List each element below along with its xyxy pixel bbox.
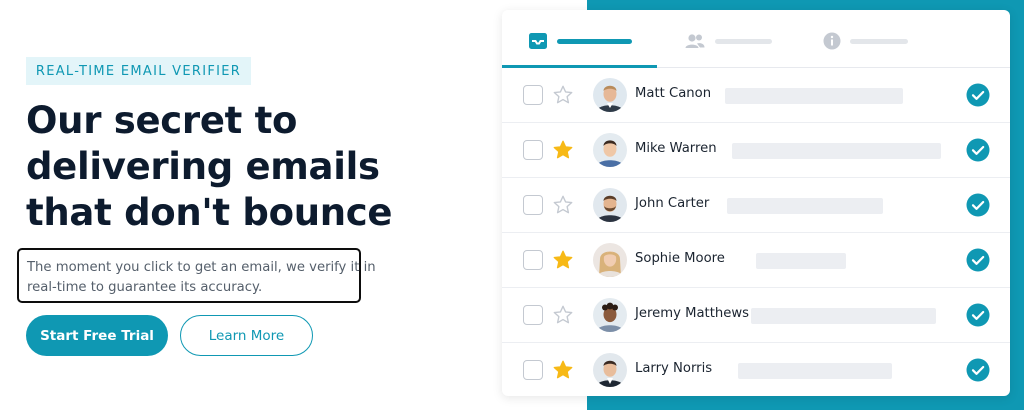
contact-name: John Carter — [635, 196, 710, 211]
hero-description: The moment you click to get an email, we… — [17, 248, 376, 303]
contact-name: Sophie Moore — [635, 251, 725, 266]
contact-row[interactable]: Larry Norris — [502, 343, 1010, 396]
row-checkbox[interactable] — [523, 250, 543, 270]
contact-row[interactable]: Jeremy Matthews — [502, 288, 1010, 343]
start-free-trial-button[interactable]: Start Free Trial — [26, 315, 168, 356]
star-filled-icon[interactable] — [552, 359, 574, 381]
description-line-1: The moment you click to get an email, we… — [27, 260, 376, 275]
tab-inbox-label-bar — [557, 38, 632, 44]
tab-info-label-bar — [850, 38, 908, 44]
contacts-card: Matt Canon Mike Warren John Carter Sophi… — [502, 10, 1010, 396]
star-filled-icon[interactable] — [552, 249, 574, 271]
email-placeholder-bar — [751, 308, 936, 324]
check-circle-icon — [966, 138, 990, 162]
contact-row[interactable]: Sophie Moore — [502, 233, 1010, 288]
contact-name: Jeremy Matthews — [635, 306, 750, 321]
star-empty-icon[interactable] — [552, 304, 574, 326]
tab-contacts[interactable] — [684, 30, 772, 52]
star-empty-icon[interactable] — [552, 194, 574, 216]
learn-more-button[interactable]: Learn More — [180, 315, 313, 356]
check-circle-icon — [966, 303, 990, 327]
avatar — [593, 188, 627, 222]
inbox-icon — [529, 33, 547, 49]
row-checkbox[interactable] — [523, 85, 543, 105]
star-empty-icon[interactable] — [552, 84, 574, 106]
tab-contacts-label-bar — [715, 38, 772, 44]
contact-name: Mike Warren — [635, 141, 717, 156]
check-circle-icon — [966, 358, 990, 382]
contact-name: Matt Canon — [635, 86, 712, 101]
email-placeholder-bar — [732, 143, 941, 159]
check-circle-icon — [966, 248, 990, 272]
avatar — [593, 133, 627, 167]
contact-row[interactable]: Mike Warren — [502, 123, 1010, 178]
row-checkbox[interactable] — [523, 360, 543, 380]
hero-headline: Our secret to delivering emails that don… — [26, 98, 426, 236]
tab-inbox[interactable] — [528, 30, 632, 52]
row-checkbox[interactable] — [523, 195, 543, 215]
contact-name: Larry Norris — [635, 361, 713, 376]
headline-line-3: that don't bounce — [26, 191, 393, 234]
email-placeholder-bar — [725, 88, 903, 104]
users-icon — [685, 34, 705, 48]
avatar — [593, 353, 627, 387]
tab-info[interactable] — [823, 30, 908, 52]
description-line-2: real-time to guarantee its accuracy. — [27, 280, 263, 295]
avatar — [593, 243, 627, 277]
row-checkbox[interactable] — [523, 140, 543, 160]
tab-bar — [502, 10, 1010, 68]
email-placeholder-bar — [756, 253, 846, 269]
headline-line-1: Our secret to — [26, 99, 298, 142]
check-circle-icon — [966, 193, 990, 217]
badge-label: REAL-TIME EMAIL VERIFIER — [26, 57, 251, 85]
row-checkbox[interactable] — [523, 305, 543, 325]
headline-line-2: delivering emails — [26, 145, 380, 188]
star-filled-icon[interactable] — [552, 139, 574, 161]
avatar — [593, 298, 627, 332]
email-placeholder-bar — [727, 198, 883, 214]
check-circle-icon — [966, 83, 990, 107]
contact-row[interactable]: Matt Canon — [502, 68, 1010, 123]
avatar — [593, 78, 627, 112]
contact-row[interactable]: John Carter — [502, 178, 1010, 233]
info-icon — [823, 32, 841, 50]
email-placeholder-bar — [738, 363, 892, 379]
